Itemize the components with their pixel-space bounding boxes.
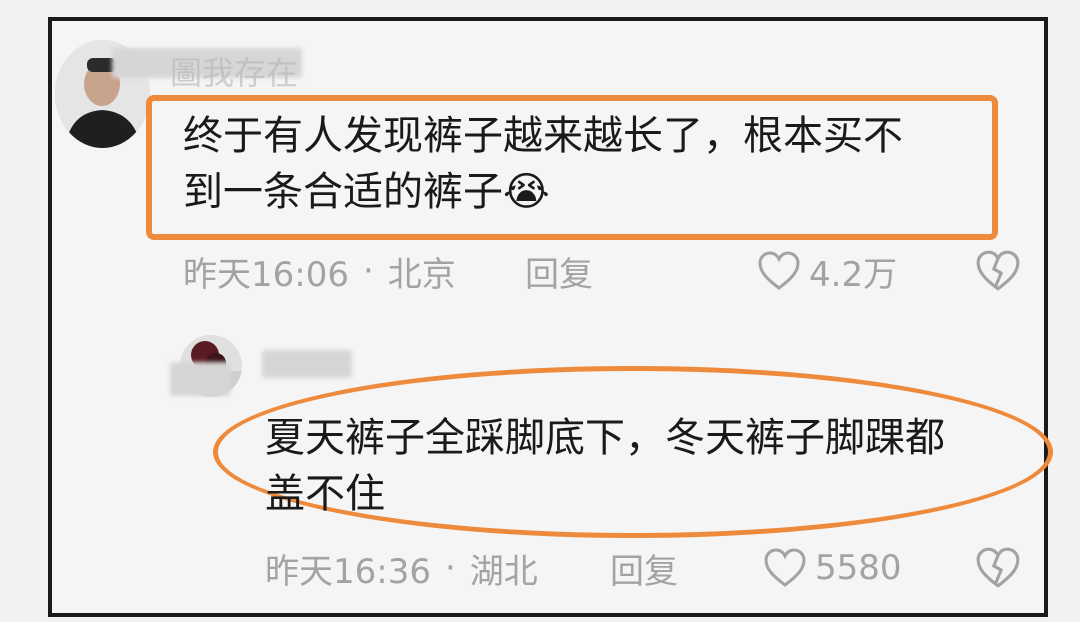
comment-text-2-line-1: 夏天裤子全踩脚底下，冬天裤子脚踝都	[265, 415, 945, 461]
username-1[interactable]: 圖我存在	[170, 48, 298, 94]
broken-heart-icon[interactable]	[975, 547, 1021, 589]
heart-outline-icon	[763, 548, 807, 588]
comment-text-1-line-2-text: 到一条合适的裤子	[183, 169, 503, 215]
heart-outline-icon	[757, 251, 801, 291]
separator-2: ·	[444, 548, 456, 588]
timestamp-1: 昨天16:06	[183, 254, 349, 295]
comment-text-1-line-2: 到一条合适的裤子😭	[183, 164, 983, 220]
comment-meta-1: 昨天16:06 · 北京	[183, 246, 456, 296]
like-count-1: 4.2万	[809, 254, 898, 295]
comment-text-2-line-2: 盖不住	[265, 471, 385, 517]
like-button-2[interactable]: 5580	[763, 543, 902, 593]
comment-meta-2: 昨天16:36 · 湖北	[265, 543, 538, 593]
separator-1: ·	[362, 251, 374, 291]
comment-text-2: 夏天裤子全踩脚底下，冬天裤子脚踝都 盖不住	[265, 410, 1035, 522]
reply-button-2[interactable]: 回复	[610, 543, 678, 593]
reply-button-1[interactable]: 回复	[525, 246, 593, 296]
crying-emoji: 😭	[503, 169, 550, 215]
username-blur-2	[262, 350, 352, 378]
comment-text-1: 终于有人发现裤子越来越长了，根本买不 到一条合适的裤子😭	[183, 108, 983, 220]
broken-heart-icon[interactable]	[975, 250, 1021, 292]
comment-text-1-line-1: 终于有人发现裤子越来越长了，根本买不	[183, 113, 903, 159]
location-2: 湖北	[469, 551, 538, 592]
avatar-blur-2	[170, 362, 230, 396]
like-count-2: 5580	[815, 548, 902, 588]
location-1: 北京	[387, 254, 456, 295]
timestamp-2: 昨天16:36	[265, 551, 431, 592]
like-button-1[interactable]: 4.2万	[757, 246, 897, 296]
